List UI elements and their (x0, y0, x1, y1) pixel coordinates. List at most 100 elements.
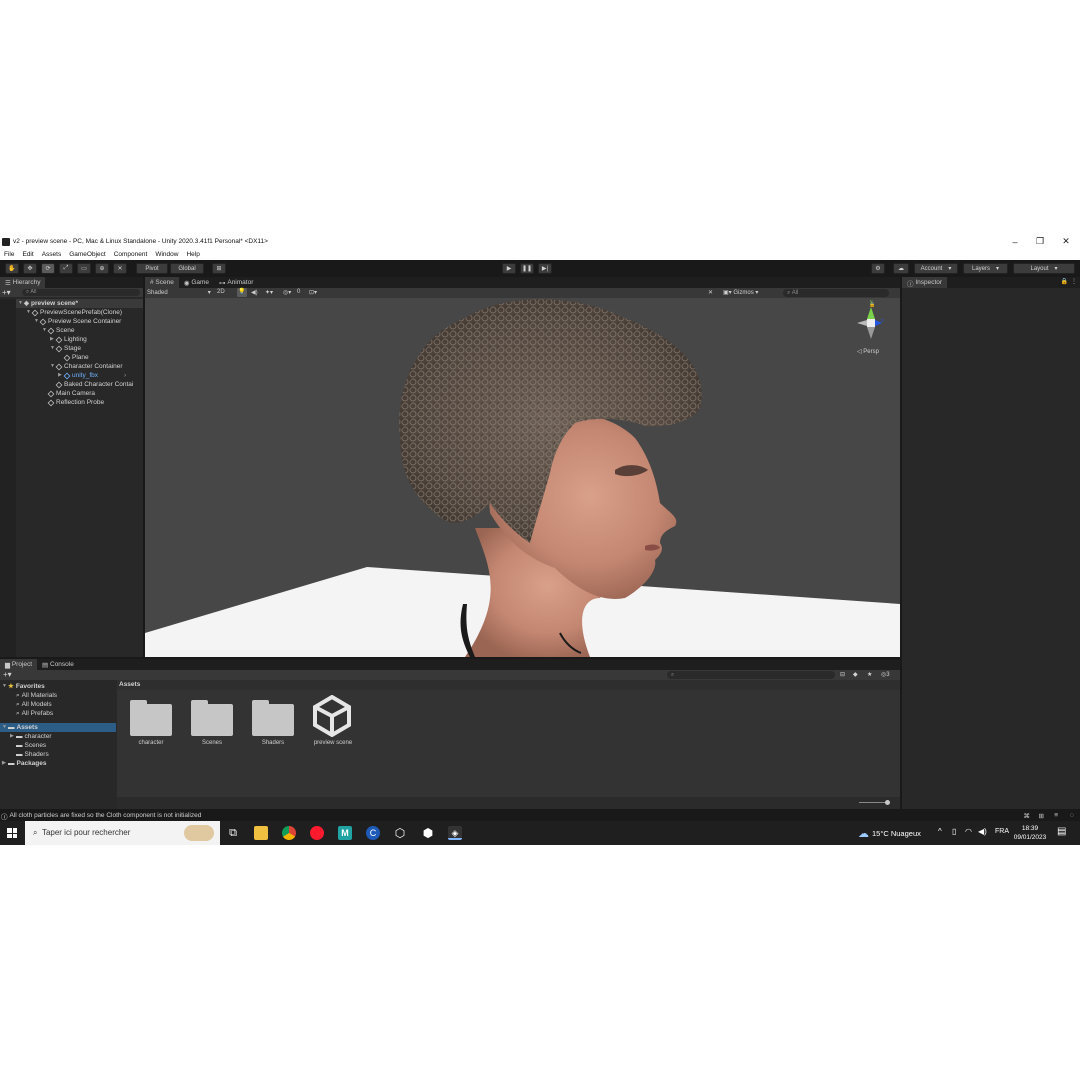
menu-window[interactable]: Window (155, 251, 178, 258)
tab-inspector[interactable]: ⓘ Inspector (902, 277, 948, 288)
hierarchy-item[interactable]: ▼ Character Container (50, 362, 123, 371)
chevron-up-icon[interactable]: ^ (938, 827, 942, 836)
search-by-type-icon[interactable]: ⊟ (840, 671, 845, 678)
search-by-label-icon[interactable]: ◆ (853, 671, 858, 678)
hierarchy-item[interactable]: ▼ Stage (50, 344, 81, 353)
clock[interactable]: 18:39 09/01/2023 (1012, 824, 1048, 842)
menu-help[interactable]: Help (186, 251, 199, 258)
tab-game[interactable]: ◉ Game (179, 277, 214, 288)
tab-animator[interactable]: ⊶ Animator (214, 277, 258, 288)
chrome-icon[interactable] (282, 826, 296, 840)
grid-snap-icon[interactable]: ⊞ (212, 263, 226, 274)
cloud-icon[interactable]: ☁ (893, 263, 909, 274)
pause-button[interactable]: ❚❚ (520, 263, 534, 274)
more-options-icon[interactable]: ⋮ (1071, 278, 1077, 285)
app-c-icon[interactable]: C (366, 826, 380, 840)
favorite-item[interactable]: ⌕ All Prefabs (16, 709, 53, 718)
assets-child-folder[interactable]: ▬ Scenes (16, 741, 46, 750)
breadcrumb-assets[interactable]: Assets (119, 681, 140, 688)
opera-icon[interactable] (310, 826, 324, 840)
volume-icon[interactable]: ◀) (978, 827, 987, 836)
windows-start-icon[interactable] (7, 828, 17, 838)
hierarchy-item[interactable]: ▼ PreviewScenePrefab(Clone) (26, 308, 122, 317)
assets-child-folder[interactable]: ▶ ▬ character (10, 732, 52, 741)
hierarchy-search-input[interactable]: ⌕ All (22, 289, 140, 296)
scene-search-input[interactable]: ⌕ All (783, 289, 889, 297)
tab-scene[interactable]: # Scene (145, 277, 179, 288)
status-message[interactable]: All cloth particles are fixed so the Clo… (10, 812, 202, 819)
hierarchy-scene-root[interactable]: ▼ ◈ preview scene* (18, 299, 78, 308)
unity-icon[interactable]: ⬢ (421, 826, 435, 840)
project-search-input[interactable]: ⌕ (667, 671, 835, 679)
transform-tool-icon[interactable]: ⊕ (95, 263, 109, 274)
account-dropdown[interactable]: Account (914, 263, 958, 274)
file-explorer-icon[interactable] (254, 826, 268, 840)
shading-mode-dropdown[interactable]: Shaded ▾ (147, 289, 211, 296)
layers-dropdown[interactable]: Layers (963, 263, 1008, 274)
cache-icon[interactable]: ≡ (1054, 812, 1058, 819)
build-status-icon[interactable]: ⌘ (1024, 812, 1031, 820)
unity-scene-asset-icon[interactable] (311, 695, 353, 737)
create-asset-icon[interactable]: +▾ (3, 670, 12, 680)
folder-icon[interactable] (130, 700, 172, 736)
hierarchy-item[interactable]: ▼ Scene (42, 326, 74, 335)
hand-tool-icon[interactable]: ✋ (5, 263, 19, 274)
unity-hub-icon[interactable]: ⬡ (393, 826, 407, 840)
tab-console[interactable]: ▤ Console (37, 659, 79, 670)
scene-viewport[interactable]: 🔒 y z ◁ Persp (145, 298, 900, 657)
pivot-toggle[interactable]: Pivot (136, 263, 168, 274)
favorite-item[interactable]: ⌕ All Materials (16, 691, 57, 700)
app-m-icon[interactable]: M (338, 826, 352, 840)
chevron-right-icon[interactable]: › (124, 371, 126, 380)
bake-status-icon[interactable]: ⊞ (1039, 812, 1044, 820)
language-indicator[interactable]: FRA (995, 828, 1009, 835)
lock-icon[interactable]: 🔒 (1061, 278, 1068, 285)
packages-node[interactable]: ▶ ▬ Packages (2, 759, 47, 768)
unity-editor-taskbar-icon[interactable]: ◈ (448, 826, 462, 840)
favorites-node[interactable]: ▼ ★ Favorites (2, 682, 45, 691)
battery-icon[interactable]: ▯ (952, 827, 956, 836)
collab-icon[interactable]: ⚙ (871, 263, 885, 274)
slider-handle[interactable] (885, 800, 890, 805)
hierarchy-item[interactable]: Reflection Probe (47, 398, 104, 407)
favorite-item[interactable]: ⌕ All Models (16, 700, 52, 709)
move-tool-icon[interactable]: ✥ (23, 263, 37, 274)
maximize-button[interactable]: ❐ (1027, 234, 1053, 249)
tools-icon[interactable]: ✕ (708, 289, 713, 296)
rect-tool-icon[interactable]: ▭ (77, 263, 91, 274)
lighting-toggle-icon[interactable]: 💡 (237, 288, 247, 297)
progress-icon[interactable]: ◌ (1070, 812, 1074, 819)
effects-toggle-icon[interactable]: ✦▾ (265, 289, 273, 296)
mode-2d-toggle[interactable]: 2D (217, 289, 225, 295)
hierarchy-item[interactable]: ▶ Lighting (50, 335, 87, 344)
tab-project[interactable]: ▆ Project (0, 659, 38, 670)
camera-settings-icon[interactable]: ⊡▾ (309, 289, 317, 296)
favorite-star-icon[interactable]: ★ (867, 671, 872, 678)
folder-icon[interactable] (252, 700, 294, 736)
minimize-button[interactable]: – (1002, 234, 1028, 249)
audio-toggle-icon[interactable]: ◀) (251, 289, 258, 296)
menu-edit[interactable]: Edit (22, 251, 33, 258)
weather-widget[interactable]: ☁ 15°C Nuageux (858, 827, 921, 840)
network-icon[interactable]: ◠ (965, 827, 972, 836)
task-view-icon[interactable]: ⧉ (226, 826, 240, 840)
orientation-gizmo[interactable]: 🔒 y z ◁ Persp (845, 299, 885, 355)
play-button[interactable]: ▶ (502, 263, 516, 274)
menu-gameobject[interactable]: GameObject (69, 251, 106, 258)
assets-child-folder[interactable]: ▬ Shaders (16, 750, 49, 759)
close-button[interactable]: ✕ (1053, 234, 1079, 249)
taskbar-search-input[interactable]: ⌕ Taper ici pour rechercher (25, 821, 220, 845)
folder-icon[interactable] (191, 700, 233, 736)
hidden-packages-toggle[interactable]: ◎3 (881, 671, 890, 678)
scale-tool-icon[interactable]: ⤢ (59, 263, 73, 274)
gizmos-dropdown[interactable]: ▣▾ Gizmos ▾ (723, 289, 758, 296)
layout-dropdown[interactable]: Layout (1013, 263, 1075, 274)
rotate-tool-icon[interactable]: ⟳ (41, 263, 55, 274)
hierarchy-item[interactable]: Baked Character Contai (55, 380, 133, 389)
tab-hierarchy[interactable]: ☰ Hierarchy (0, 277, 46, 288)
hierarchy-item[interactable]: ▼ Preview Scene Container (34, 317, 121, 326)
hierarchy-item[interactable]: Main Camera (47, 389, 95, 398)
hierarchy-item[interactable]: ▶ unity_fbx › (58, 371, 126, 380)
notification-icon[interactable]: ▤ (1057, 826, 1066, 837)
custom-tool-icon[interactable]: ✕ (113, 263, 127, 274)
